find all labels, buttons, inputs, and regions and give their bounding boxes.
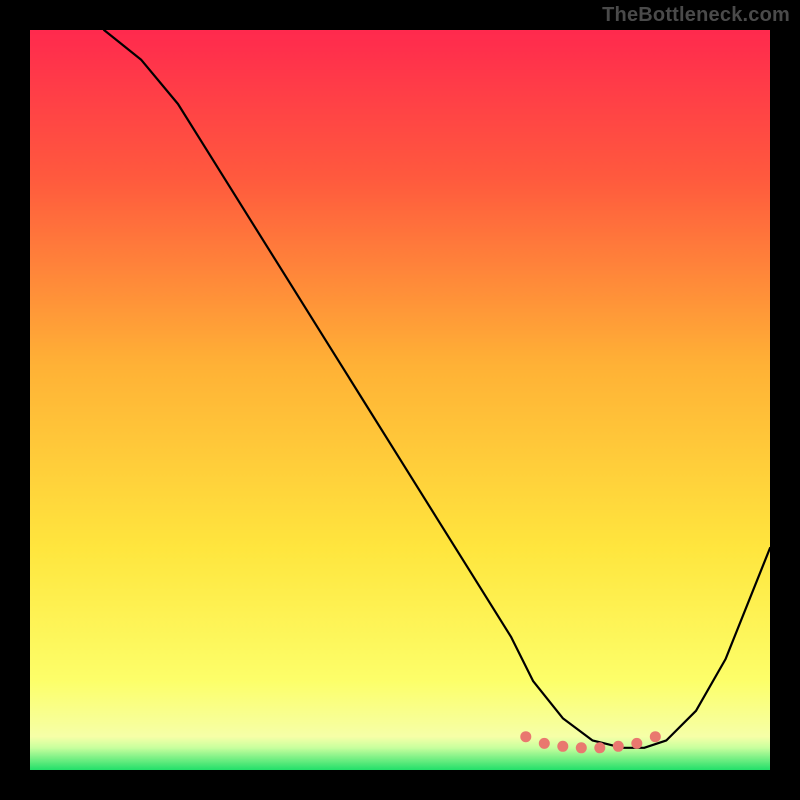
figure-root: TheBottleneck.com	[0, 0, 800, 800]
watermark-label: TheBottleneck.com	[602, 4, 790, 27]
plot-area	[30, 30, 770, 770]
gradient-background	[30, 30, 770, 770]
